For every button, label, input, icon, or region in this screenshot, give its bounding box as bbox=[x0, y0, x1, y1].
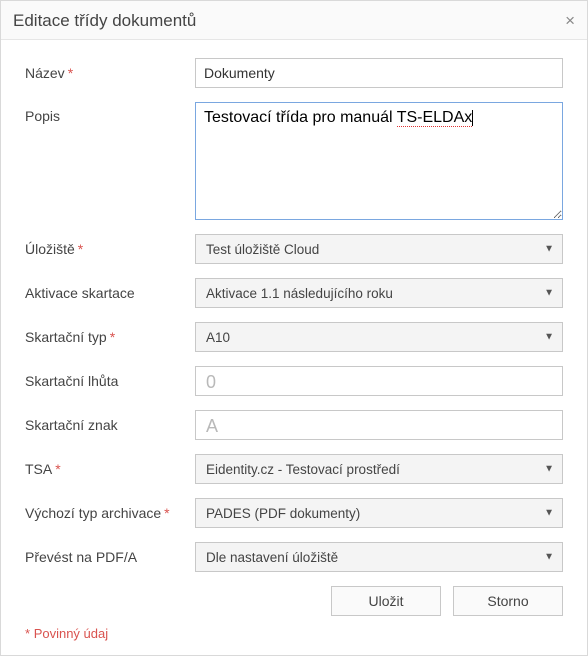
row-shred-period: Skartační lhůta 0 bbox=[25, 366, 563, 396]
chevron-down-icon: ▼ bbox=[544, 288, 554, 299]
chevron-down-icon: ▼ bbox=[544, 244, 554, 255]
desc-textarea[interactable]: Testovací třída pro manuál TS-ELDAx bbox=[195, 102, 563, 220]
cancel-button[interactable]: Storno bbox=[453, 586, 563, 616]
chevron-down-icon: ▼ bbox=[544, 508, 554, 519]
row-shred-mark: Skartační znak A bbox=[25, 410, 563, 440]
row-tsa: TSA* Eidentity.cz - Testovací prostředí … bbox=[25, 454, 563, 484]
row-convert-pdfa: Převést na PDF/A Dle nastavení úložiště … bbox=[25, 542, 563, 572]
label-tsa: TSA* bbox=[25, 455, 195, 483]
shred-activate-select[interactable]: Aktivace 1.1 následujícího roku ▼ bbox=[195, 278, 563, 308]
row-desc: Popis Testovací třída pro manuál TS-ELDA… bbox=[25, 102, 563, 220]
dialog-title: Editace třídy dokumentů bbox=[13, 11, 196, 31]
label-shred-type: Skartační typ* bbox=[25, 323, 195, 351]
storage-select[interactable]: Test úložiště Cloud ▼ bbox=[195, 234, 563, 264]
row-name: Název* bbox=[25, 58, 563, 88]
dialog-edit-document-class: Editace třídy dokumentů × Název* Popis T… bbox=[0, 0, 588, 656]
chevron-down-icon: ▼ bbox=[544, 552, 554, 563]
label-shred-mark: Skartační znak bbox=[25, 411, 195, 439]
close-icon[interactable]: × bbox=[565, 11, 575, 31]
row-storage: Úložiště* Test úložiště Cloud ▼ bbox=[25, 234, 563, 264]
row-shred-activate: Aktivace skartace Aktivace 1.1 následují… bbox=[25, 278, 563, 308]
label-storage: Úložiště* bbox=[25, 235, 195, 263]
label-name: Název* bbox=[25, 59, 195, 87]
row-shred-type: Skartační typ* A10 ▼ bbox=[25, 322, 563, 352]
shred-type-select[interactable]: A10 ▼ bbox=[195, 322, 563, 352]
save-button[interactable]: Uložit bbox=[331, 586, 441, 616]
text-caret bbox=[472, 110, 473, 126]
label-shred-period: Skartační lhůta bbox=[25, 367, 195, 395]
name-input[interactable] bbox=[195, 58, 563, 88]
label-shred-activate: Aktivace skartace bbox=[25, 279, 195, 307]
label-desc: Popis bbox=[25, 102, 195, 130]
tsa-select[interactable]: Eidentity.cz - Testovací prostředí ▼ bbox=[195, 454, 563, 484]
shred-mark-display: A bbox=[195, 410, 563, 440]
spellcheck-underline: TS-ELDAx bbox=[397, 109, 473, 127]
action-bar: Uložit Storno bbox=[25, 586, 563, 616]
convert-pdfa-select[interactable]: Dle nastavení úložiště ▼ bbox=[195, 542, 563, 572]
row-archive-default: Výchozí typ archivace* PADES (PDF dokume… bbox=[25, 498, 563, 528]
dialog-body: Název* Popis Testovací třída pro manuál … bbox=[1, 40, 587, 655]
label-archive-default: Výchozí typ archivace* bbox=[25, 499, 195, 527]
archive-default-select[interactable]: PADES (PDF dokumenty) ▼ bbox=[195, 498, 563, 528]
chevron-down-icon: ▼ bbox=[544, 332, 554, 343]
required-footnote: * Povinný údaj bbox=[25, 626, 563, 641]
label-convert-pdfa: Převést na PDF/A bbox=[25, 543, 195, 571]
chevron-down-icon: ▼ bbox=[544, 464, 554, 475]
titlebar: Editace třídy dokumentů × bbox=[1, 1, 587, 40]
shred-period-display: 0 bbox=[195, 366, 563, 396]
